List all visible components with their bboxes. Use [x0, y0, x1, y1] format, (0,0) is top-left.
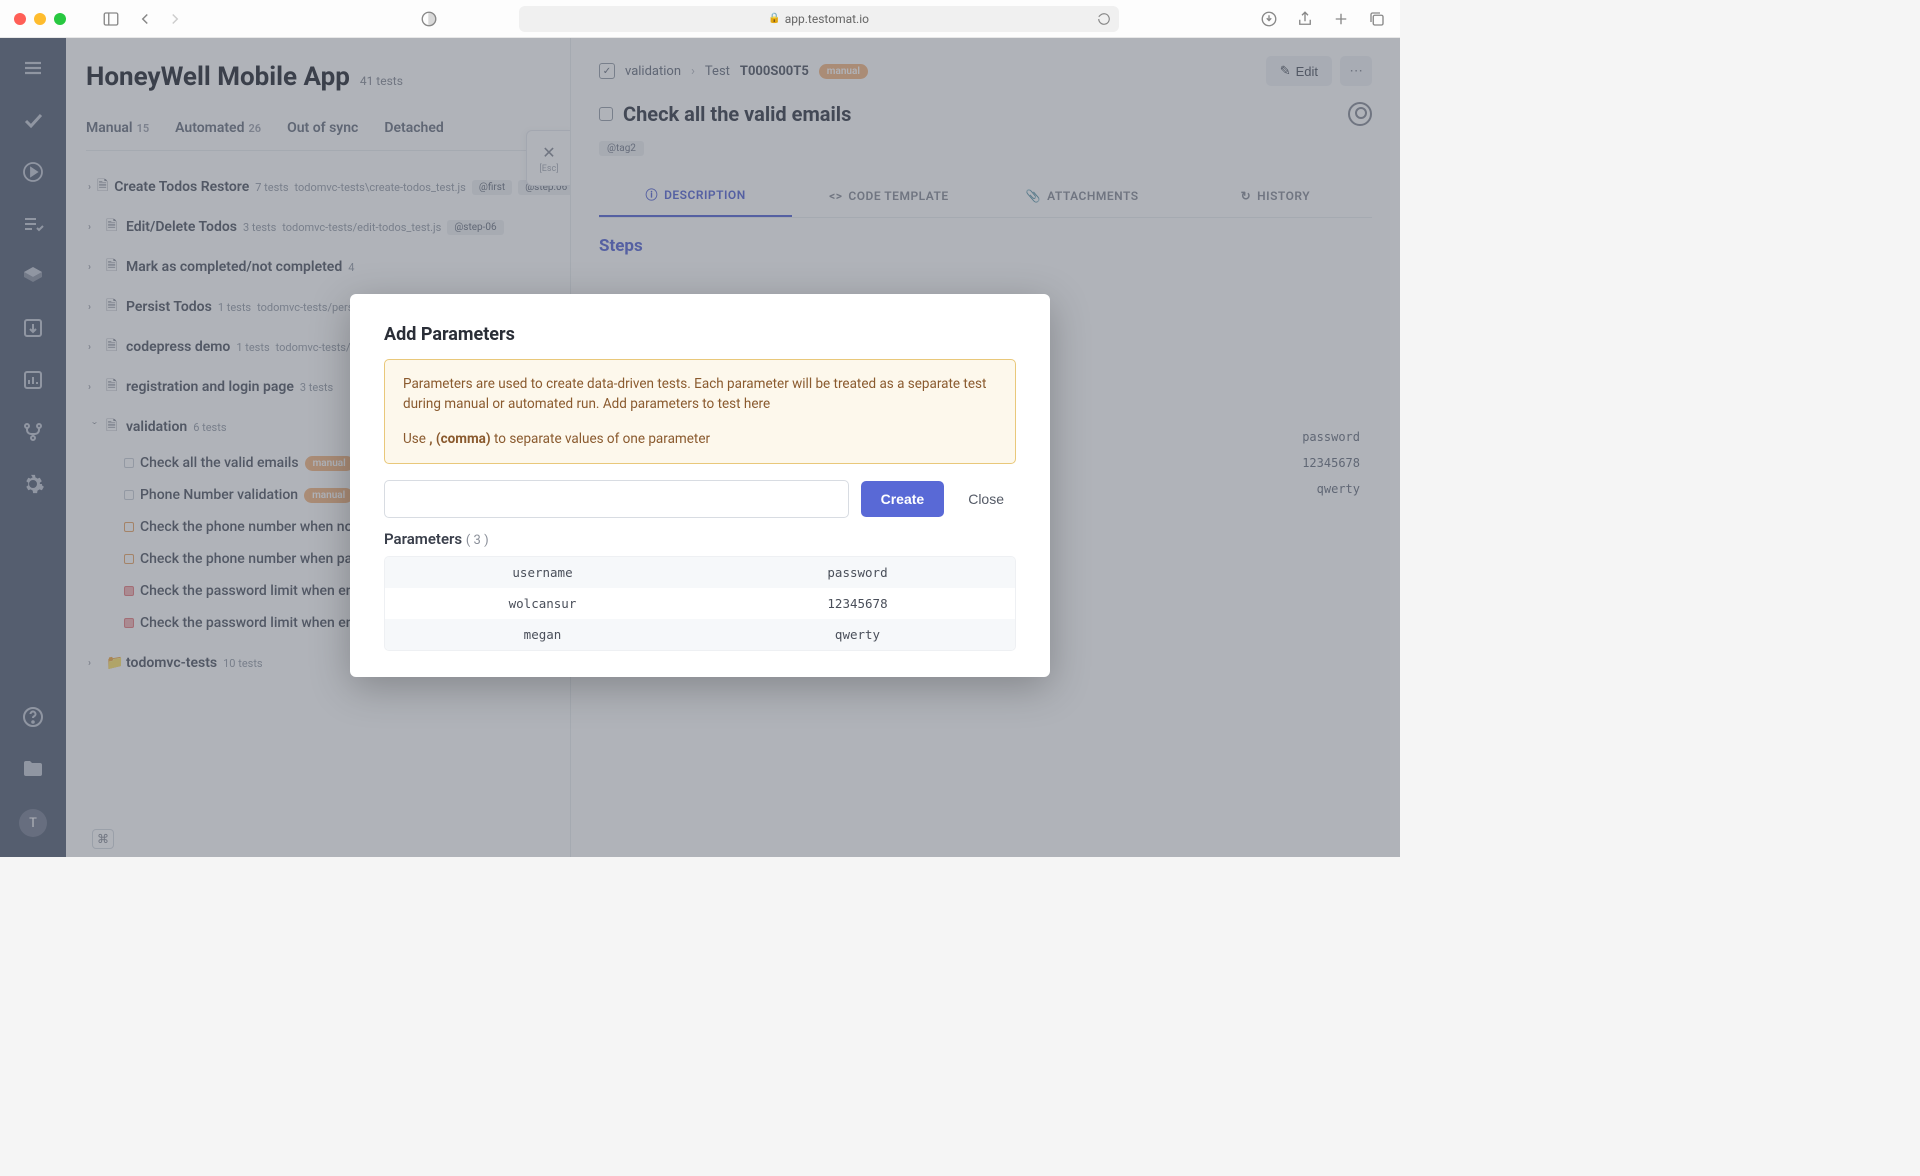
- window-close-icon[interactable]: [14, 13, 26, 25]
- modal-title: Add Parameters: [384, 324, 1016, 345]
- browser-chrome: 🔒 app.testomat.io: [0, 0, 1400, 38]
- traffic-lights: [14, 13, 66, 25]
- url-text: app.testomat.io: [785, 12, 869, 26]
- add-parameters-modal: Add Parameters Parameters are used to cr…: [350, 294, 1050, 677]
- close-button[interactable]: Close: [956, 481, 1016, 517]
- table-row: username password: [385, 557, 1015, 588]
- download-icon[interactable]: [1260, 10, 1278, 28]
- table-row: wolcansur 12345678: [385, 588, 1015, 619]
- refresh-icon[interactable]: [1097, 12, 1111, 26]
- shield-icon[interactable]: [420, 10, 438, 28]
- url-bar[interactable]: 🔒 app.testomat.io: [519, 6, 1119, 32]
- window-minimize-icon[interactable]: [34, 13, 46, 25]
- table-row: megan qwerty: [385, 619, 1015, 650]
- parameters-heading: Parameters ( 3 ): [384, 530, 1016, 548]
- parameter-input[interactable]: [384, 480, 849, 518]
- modal-overlay[interactable]: Add Parameters Parameters are used to cr…: [0, 38, 1400, 857]
- new-tab-icon[interactable]: [1332, 10, 1350, 28]
- create-button[interactable]: Create: [861, 481, 945, 517]
- info-box: Parameters are used to create data-drive…: [384, 359, 1016, 464]
- nav-back-icon[interactable]: [136, 10, 154, 28]
- share-icon[interactable]: [1296, 10, 1314, 28]
- window-maximize-icon[interactable]: [54, 13, 66, 25]
- nav-forward-icon[interactable]: [166, 10, 184, 28]
- tabs-icon[interactable]: [1368, 10, 1386, 28]
- parameters-table: username password wolcansur 12345678 meg…: [384, 556, 1016, 651]
- lock-icon: 🔒: [768, 13, 780, 24]
- sidebar-toggle-icon[interactable]: [102, 10, 120, 28]
